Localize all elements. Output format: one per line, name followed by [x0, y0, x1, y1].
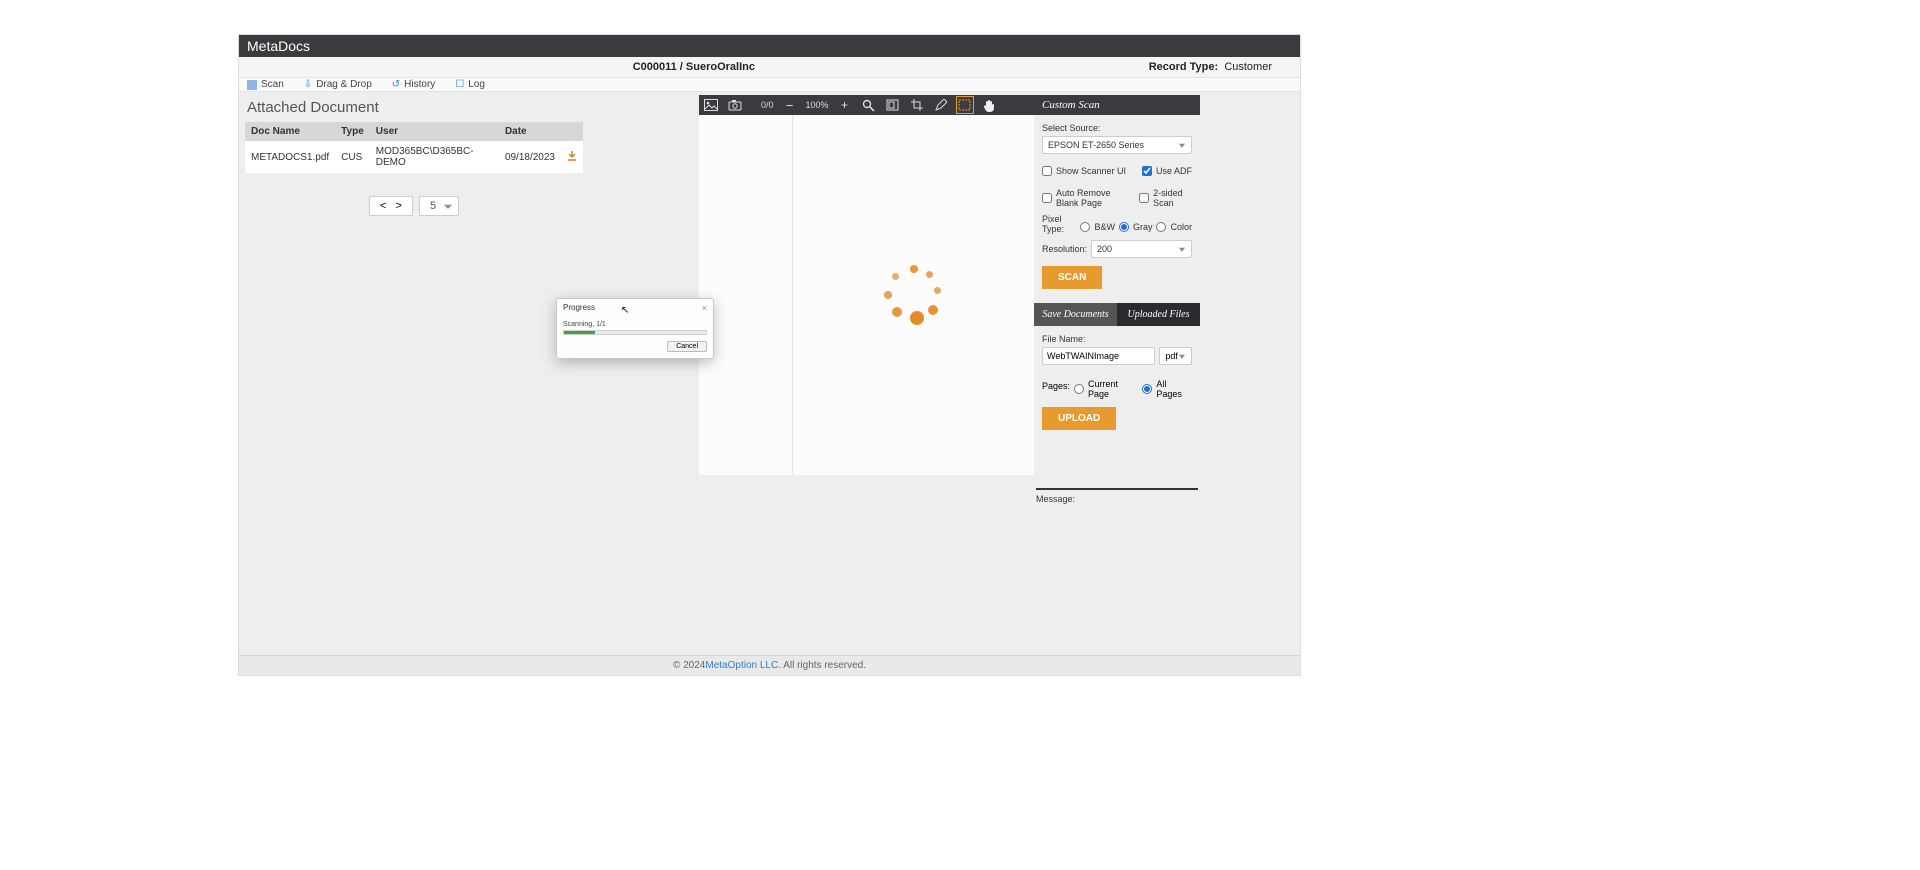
pages-label: Pages:: [1042, 381, 1070, 391]
thumbnail-strip[interactable]: [699, 115, 793, 475]
message-label: Message:: [1036, 488, 1198, 504]
pixel-color-radio[interactable]: Color: [1156, 222, 1192, 232]
tab-scan[interactable]: Scan: [247, 79, 284, 90]
hand-icon[interactable]: [981, 97, 997, 113]
zoom-out-icon[interactable]: −: [782, 97, 798, 113]
zoom-in-icon[interactable]: +: [837, 97, 853, 113]
pager: < > 5: [245, 196, 583, 216]
footer-company-link[interactable]: MetaOption LLC: [705, 660, 778, 671]
pixel-type-label: Pixel Type:: [1042, 214, 1076, 234]
loading-spinner: [884, 265, 944, 325]
source-select[interactable]: EPSON ET-2650 Series: [1042, 136, 1192, 154]
upload-button[interactable]: UPLOAD: [1042, 407, 1116, 430]
tab-log[interactable]: ☐ Log: [455, 79, 485, 90]
page-indicator: 0/0: [761, 100, 774, 110]
pixel-bw-radio[interactable]: B&W: [1080, 222, 1115, 232]
dropbox-icon: ⇩: [304, 79, 312, 90]
pager-size[interactable]: 5: [419, 196, 459, 216]
scan-button[interactable]: SCAN: [1042, 266, 1102, 289]
history-icon: ↺: [392, 79, 400, 90]
show-scanner-ui-checkbox[interactable]: Show Scanner UI: [1042, 166, 1126, 176]
pixel-gray-radio[interactable]: Gray: [1119, 222, 1153, 232]
footer: © 2024 MetaOption LLC . All rights reser…: [239, 655, 1300, 675]
dialog-status: Scanning, 1/1: [563, 321, 707, 328]
close-icon[interactable]: ×: [702, 303, 707, 313]
current-page-radio[interactable]: Current Page: [1074, 379, 1138, 399]
tab-save-documents[interactable]: Save Documents: [1034, 303, 1117, 326]
document-viewer: 0/0 − 100% +: [699, 95, 1034, 475]
progress-bar: [563, 330, 707, 335]
zoom-value: 100%: [806, 100, 829, 110]
attached-heading: Attached Document: [247, 99, 581, 116]
app-title: MetaDocs: [247, 38, 310, 54]
tab-history[interactable]: ↺ History: [392, 79, 436, 90]
select-source-label: Select Source:: [1042, 123, 1192, 133]
two-sided-checkbox[interactable]: 2-sided Scan: [1139, 188, 1192, 208]
pager-prev[interactable]: < >: [369, 196, 413, 216]
tab-uploaded-files[interactable]: Uploaded Files: [1117, 303, 1200, 326]
dialog-title: Progress: [563, 303, 595, 313]
message-box: [1036, 504, 1198, 544]
file-name-label: File Name:: [1042, 334, 1192, 344]
title-bar: MetaDocs: [239, 35, 1300, 57]
resolution-select[interactable]: 200: [1091, 240, 1192, 258]
cancel-button[interactable]: Cancel: [667, 341, 707, 352]
record-type-label: Record Type:: [1149, 61, 1218, 73]
record-id-name: C000011 / SueroOralInc: [239, 61, 1149, 73]
all-pages-radio[interactable]: All Pages: [1142, 379, 1192, 399]
record-type-value: Customer: [1224, 61, 1272, 73]
page-canvas[interactable]: [793, 115, 1034, 475]
viewer-toolbar: 0/0 − 100% +: [699, 95, 1034, 115]
col-date: Date: [499, 122, 561, 141]
resolution-label: Resolution:: [1042, 244, 1087, 254]
search-icon[interactable]: [861, 97, 877, 113]
image-icon[interactable]: [703, 97, 719, 113]
tab-bar: Scan ⇩ Drag & Drop ↺ History ☐ Log: [239, 78, 1300, 92]
col-type: Type: [335, 122, 370, 141]
table-row[interactable]: METADOCS1.pdf CUS MOD365BC\D365BC-DEMO 0…: [245, 141, 583, 174]
file-format-select[interactable]: pdf: [1159, 347, 1192, 365]
use-adf-checkbox[interactable]: Use ADF: [1142, 166, 1192, 176]
log-icon: ☐: [455, 79, 464, 90]
auto-remove-blank-checkbox[interactable]: Auto Remove Blank Page: [1042, 188, 1135, 208]
col-user: User: [370, 122, 499, 141]
attached-table: Doc Name Type User Date METADOCS1.pdf CU…: [245, 122, 583, 174]
col-doc: Doc Name: [245, 122, 335, 141]
record-bar: C000011 / SueroOralInc Record Type: Cust…: [239, 57, 1300, 78]
edit-icon[interactable]: [933, 97, 949, 113]
scan-icon: [247, 80, 257, 90]
custom-scan-heading: Custom Scan: [1034, 95, 1200, 115]
camera-icon[interactable]: [727, 97, 743, 113]
fit-icon[interactable]: [885, 97, 901, 113]
tab-drag-drop[interactable]: ⇩ Drag & Drop: [304, 79, 372, 90]
progress-dialog: Progress × Scanning, 1/1 Cancel: [556, 298, 714, 359]
select-icon[interactable]: [957, 97, 973, 113]
file-name-input[interactable]: [1042, 347, 1155, 365]
download-icon[interactable]: [567, 151, 577, 161]
crop-icon[interactable]: [909, 97, 925, 113]
